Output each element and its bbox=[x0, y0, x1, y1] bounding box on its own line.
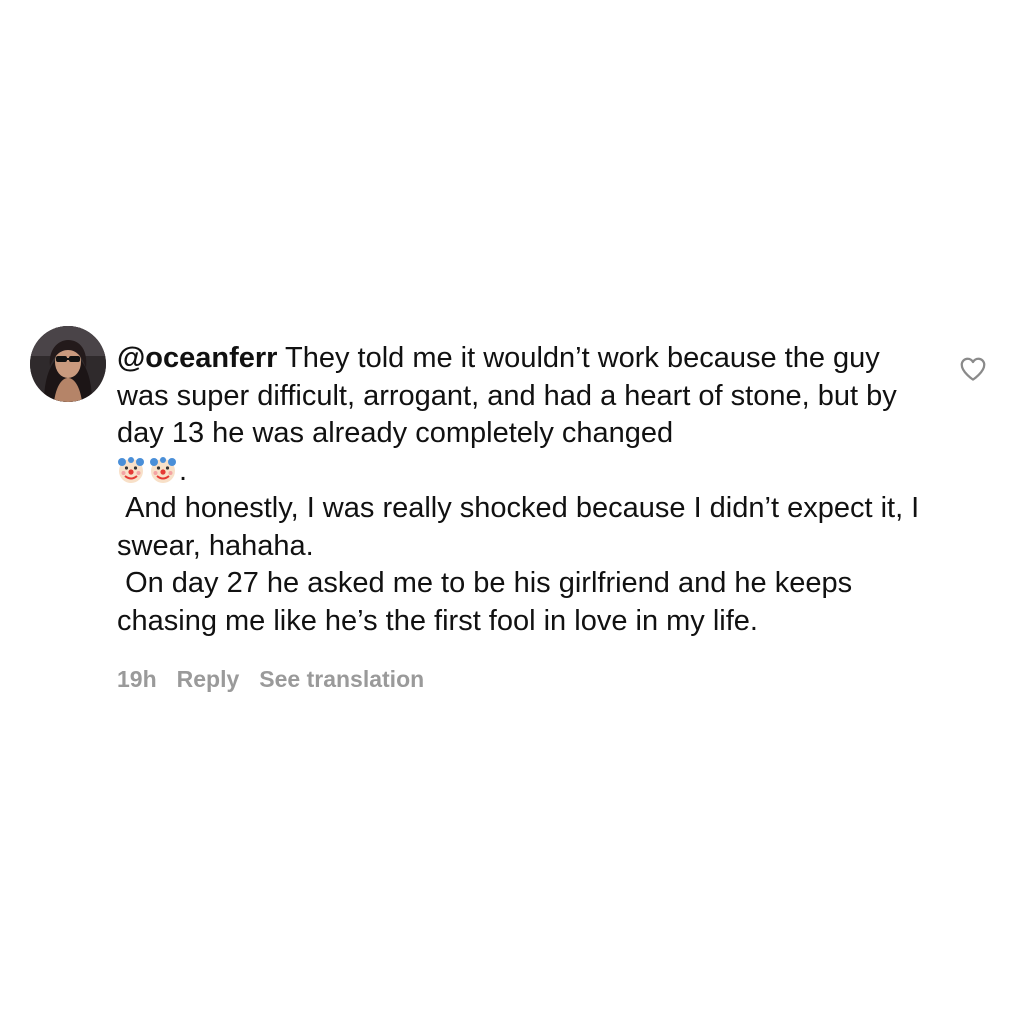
username-link[interactable]: @oceanferr bbox=[117, 342, 277, 374]
clown-face-icon bbox=[149, 456, 177, 484]
clown-face-icon bbox=[117, 456, 145, 484]
comment-meta: 19h Reply See translation bbox=[117, 666, 937, 693]
comment-line-2: And honestly, I was really shocked becau… bbox=[117, 492, 928, 562]
emoji-suffix: . bbox=[179, 454, 188, 487]
comment-line-3: On day 27 he asked me to be his girlfrie… bbox=[117, 567, 861, 637]
emoji-row: . bbox=[117, 453, 937, 491]
comment-text: @oceanferr They told me it wouldn’t work… bbox=[117, 340, 937, 640]
avatar-image bbox=[30, 326, 106, 402]
timestamp: 19h bbox=[117, 666, 157, 692]
see-translation-link[interactable]: See translation bbox=[259, 666, 424, 693]
reply-button[interactable]: Reply bbox=[177, 666, 240, 693]
heart-icon[interactable] bbox=[958, 354, 988, 384]
comment-body: @oceanferr They told me it wouldn’t work… bbox=[117, 340, 937, 693]
avatar[interactable] bbox=[30, 326, 106, 402]
